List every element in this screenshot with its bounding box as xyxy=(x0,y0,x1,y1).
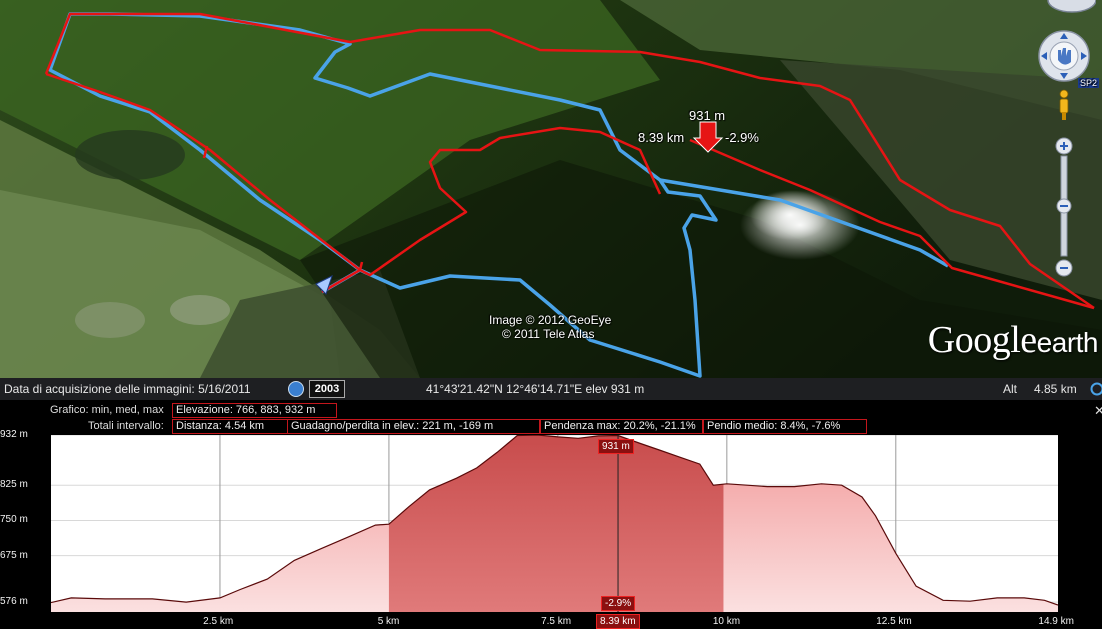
google-earth-logo: Googleearth xyxy=(928,318,1098,362)
zoom-slider[interactable] xyxy=(1057,156,1071,256)
cursor-distance-tag: 8.39 km xyxy=(596,614,640,629)
max-slope-stat: Pendenza max: 20.2%, -21.1% xyxy=(540,419,703,434)
avg-slope-stat: Pendio medio: 8.4%, -7.6% xyxy=(703,419,867,434)
search-ring-icon xyxy=(1090,382,1102,396)
x-tick-label: 7.5 km xyxy=(541,616,571,627)
acquisition-date: Data di acquisizione delle immagini: 5/1… xyxy=(4,382,251,396)
data-credit: © 2011 Tele Atlas xyxy=(502,327,594,341)
coordinates-readout: 41°43'21.42"N 12°46'14.71"E elev 931 m xyxy=(426,382,644,396)
gain-loss-stat: Guadagno/perdita in elev.: 221 m, -169 m xyxy=(287,419,540,434)
pan-control[interactable] xyxy=(1039,31,1089,81)
y-tick-label: 825 m xyxy=(0,479,34,490)
graph-label: Grafico: min, med, max xyxy=(50,404,164,416)
map-view[interactable]: 931 m 8.39 km -2.9% Image © 2012 GeoEye … xyxy=(0,0,1102,378)
marker-slope: -2.9% xyxy=(725,130,759,145)
distance-stat: Distanza: 4.54 km xyxy=(172,419,288,434)
status-bar: Data di acquisizione delle immagini: 5/1… xyxy=(0,378,1102,400)
y-tick-label: 576 m xyxy=(0,596,34,607)
close-profile-icon[interactable]: ✕ xyxy=(1094,403,1102,419)
historical-imagery-clock-icon[interactable] xyxy=(288,381,304,397)
elevation-stats: Elevazione: 766, 883, 932 m xyxy=(172,403,337,418)
x-tick-label: 12.5 km xyxy=(876,616,912,627)
y-tick-label: 675 m xyxy=(0,550,34,561)
imagery-credit: Image © 2012 GeoEye xyxy=(489,313,611,327)
y-tick-label: 932 m xyxy=(0,429,34,440)
altitude-value: 4.85 km xyxy=(1034,382,1077,396)
elevation-chart[interactable] xyxy=(51,435,1058,612)
marker-distance: 8.39 km xyxy=(638,130,684,145)
y-tick-label: 750 m xyxy=(0,514,34,525)
x-tick-label: 5 km xyxy=(378,616,400,627)
altitude-label: Alt xyxy=(1003,382,1017,396)
compass-icon[interactable] xyxy=(1048,0,1096,12)
street-view-pegman-icon[interactable] xyxy=(1060,90,1068,120)
navigation-controls[interactable] xyxy=(1036,0,1096,290)
x-tick-label: 2.5 km xyxy=(203,616,233,627)
zoom-in-button[interactable] xyxy=(1056,138,1072,154)
cursor-elevation-tag: 931 m xyxy=(598,439,634,454)
marker-elevation: 931 m xyxy=(689,108,725,123)
totals-label: Totali intervallo: xyxy=(88,420,164,432)
cursor-slope-tag: -2.9% xyxy=(601,596,635,611)
imagery-year-button[interactable]: 2003 xyxy=(309,380,345,398)
zoom-out-button[interactable] xyxy=(1056,260,1072,276)
hand-icon xyxy=(1058,48,1071,65)
x-tick-label: 10 km xyxy=(713,616,740,627)
x-tick-label: 14.9 km xyxy=(1038,616,1074,627)
